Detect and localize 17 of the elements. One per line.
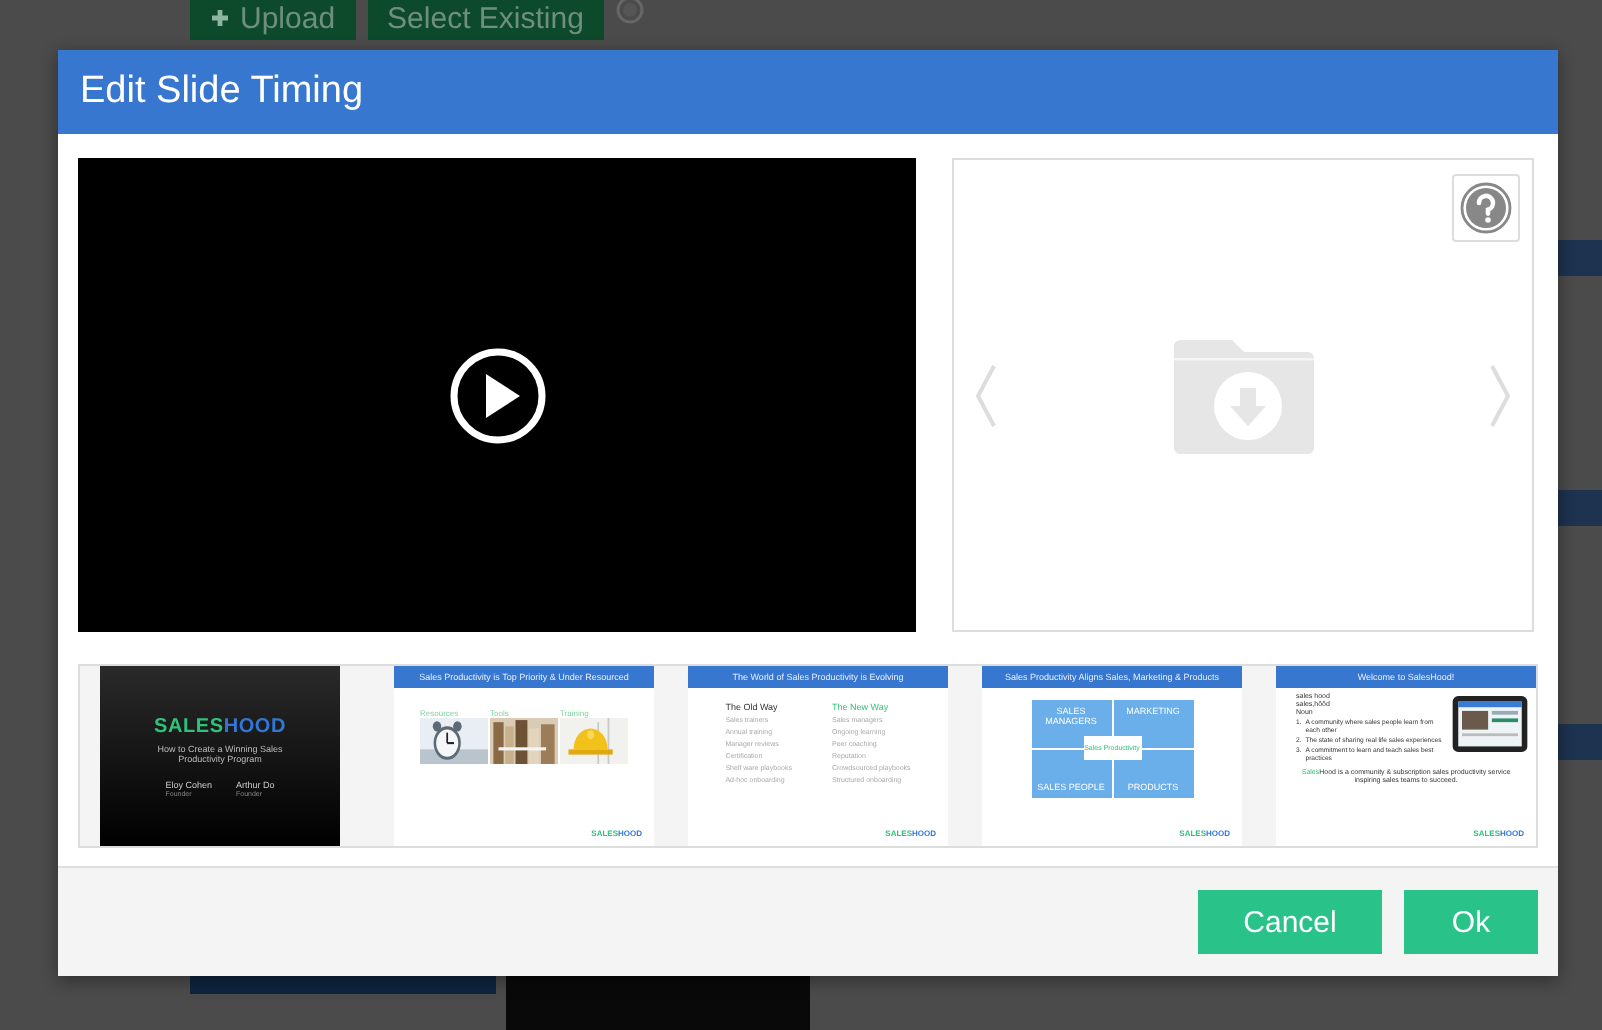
ok-button[interactable]: Ok — [1404, 890, 1538, 954]
plus-icon — [210, 8, 230, 28]
panel-header — [1556, 490, 1602, 526]
slide-thumbnail[interactable] — [1276, 666, 1536, 846]
panel-header — [1556, 724, 1602, 760]
upload-button[interactable]: Upload — [190, 0, 356, 40]
slide-thumbnail[interactable] — [688, 666, 948, 846]
help-button[interactable] — [1452, 174, 1520, 242]
cancel-button[interactable]: Cancel — [1198, 890, 1382, 954]
help-icon — [1460, 182, 1512, 234]
panel-header — [1556, 240, 1602, 276]
folder-download-icon — [1173, 337, 1313, 453]
dialog-title: Edit Slide Timing — [80, 70, 364, 114]
play-icon[interactable] — [447, 345, 547, 445]
select-existing-button[interactable]: Select Existing — [367, 0, 604, 40]
saleshood-logo: SALESHOOD — [153, 715, 287, 737]
tablet-drawing — [1452, 696, 1528, 752]
